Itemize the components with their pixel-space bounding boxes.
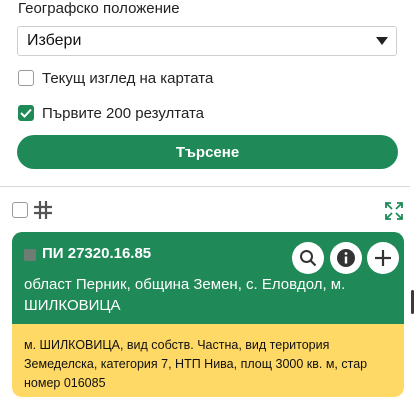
current-view-checkbox[interactable] [18,70,34,86]
triangle-down-icon [368,27,396,55]
search-panel: Географско положение Избери Текущ изглед… [0,0,416,400]
result-description: м. ШИЛКОВИЦА, вид собств. Частна, вид те… [24,338,368,390]
geo-position-select[interactable]: Избери [17,26,397,56]
info-button[interactable] [330,242,362,274]
plus-icon [375,250,391,266]
search-icon [300,250,317,267]
first-200-label: Първите 200 резултата [42,104,204,122]
parcel-icon [24,249,36,261]
add-button[interactable] [367,242,399,274]
expand-icon[interactable] [385,202,403,225]
result-card-body: м. ШИЛКОВИЦА, вид собств. Частна, вид те… [12,324,404,397]
current-view-row[interactable]: Текущ изглед на картата [18,67,213,89]
result-card-header: ПИ 27320.16.85 област Перник, община Зем… [12,232,404,324]
divider [0,186,410,187]
result-address: област Перник, община Земен, с. Еловдол,… [24,276,346,314]
first-200-checkbox[interactable] [18,105,34,121]
select-all-checkbox[interactable] [12,202,28,218]
info-icon [337,249,355,267]
current-view-label: Текущ изглед на картата [42,69,214,87]
first-200-row[interactable]: Първите 200 резултата [18,102,204,124]
checkmark-icon [20,108,32,118]
zoom-search-button[interactable] [292,242,324,274]
search-button[interactable]: Търсене [17,135,398,169]
select-value: Избери [27,32,82,49]
result-card[interactable]: ПИ 27320.16.85 област Перник, община Зем… [12,232,404,397]
scrollbar-thumb[interactable] [411,290,414,314]
geo-position-label: Географско положение [18,0,180,17]
result-title: ПИ 27320.16.85 [42,245,152,262]
grid-icon[interactable] [34,201,52,224]
